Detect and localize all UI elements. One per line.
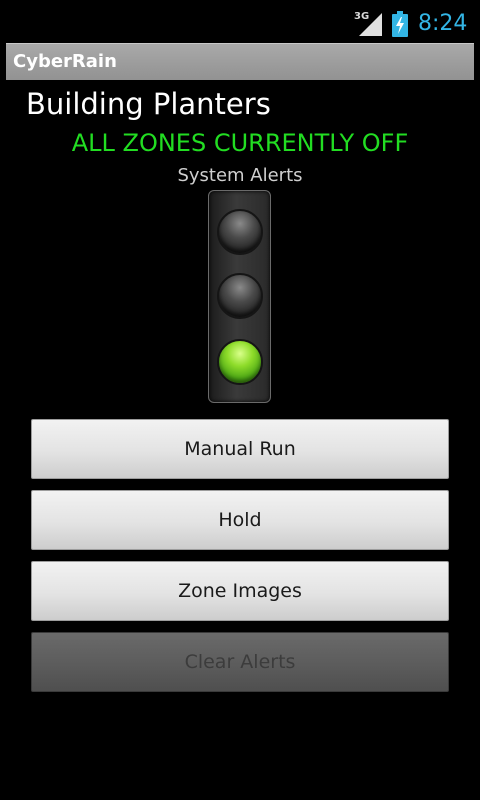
yellow-lamp-icon [217,273,263,319]
green-lamp-icon [217,339,263,385]
battery-charging-icon [392,11,408,37]
system-alerts-label: System Alerts [177,165,303,186]
title-bar: CyberRain [6,43,474,80]
app-title: CyberRain [13,51,117,72]
zone-images-button[interactable]: Zone Images [31,561,449,621]
status-clock: 8:24 [418,11,468,36]
hold-button[interactable]: Hold [31,490,449,550]
manual-run-button[interactable]: Manual Run [31,419,449,479]
app-screen: 3G 8:24 CyberRain Building Planters ALL … [0,0,480,800]
clear-alerts-button: Clear Alerts [31,632,449,692]
signal-icon [359,13,382,36]
location-title: Building Planters [26,87,271,121]
zones-status-text: ALL ZONES CURRENTLY OFF [71,129,409,157]
system-alerts-traffic-light [208,190,271,403]
red-lamp-icon [217,209,263,255]
